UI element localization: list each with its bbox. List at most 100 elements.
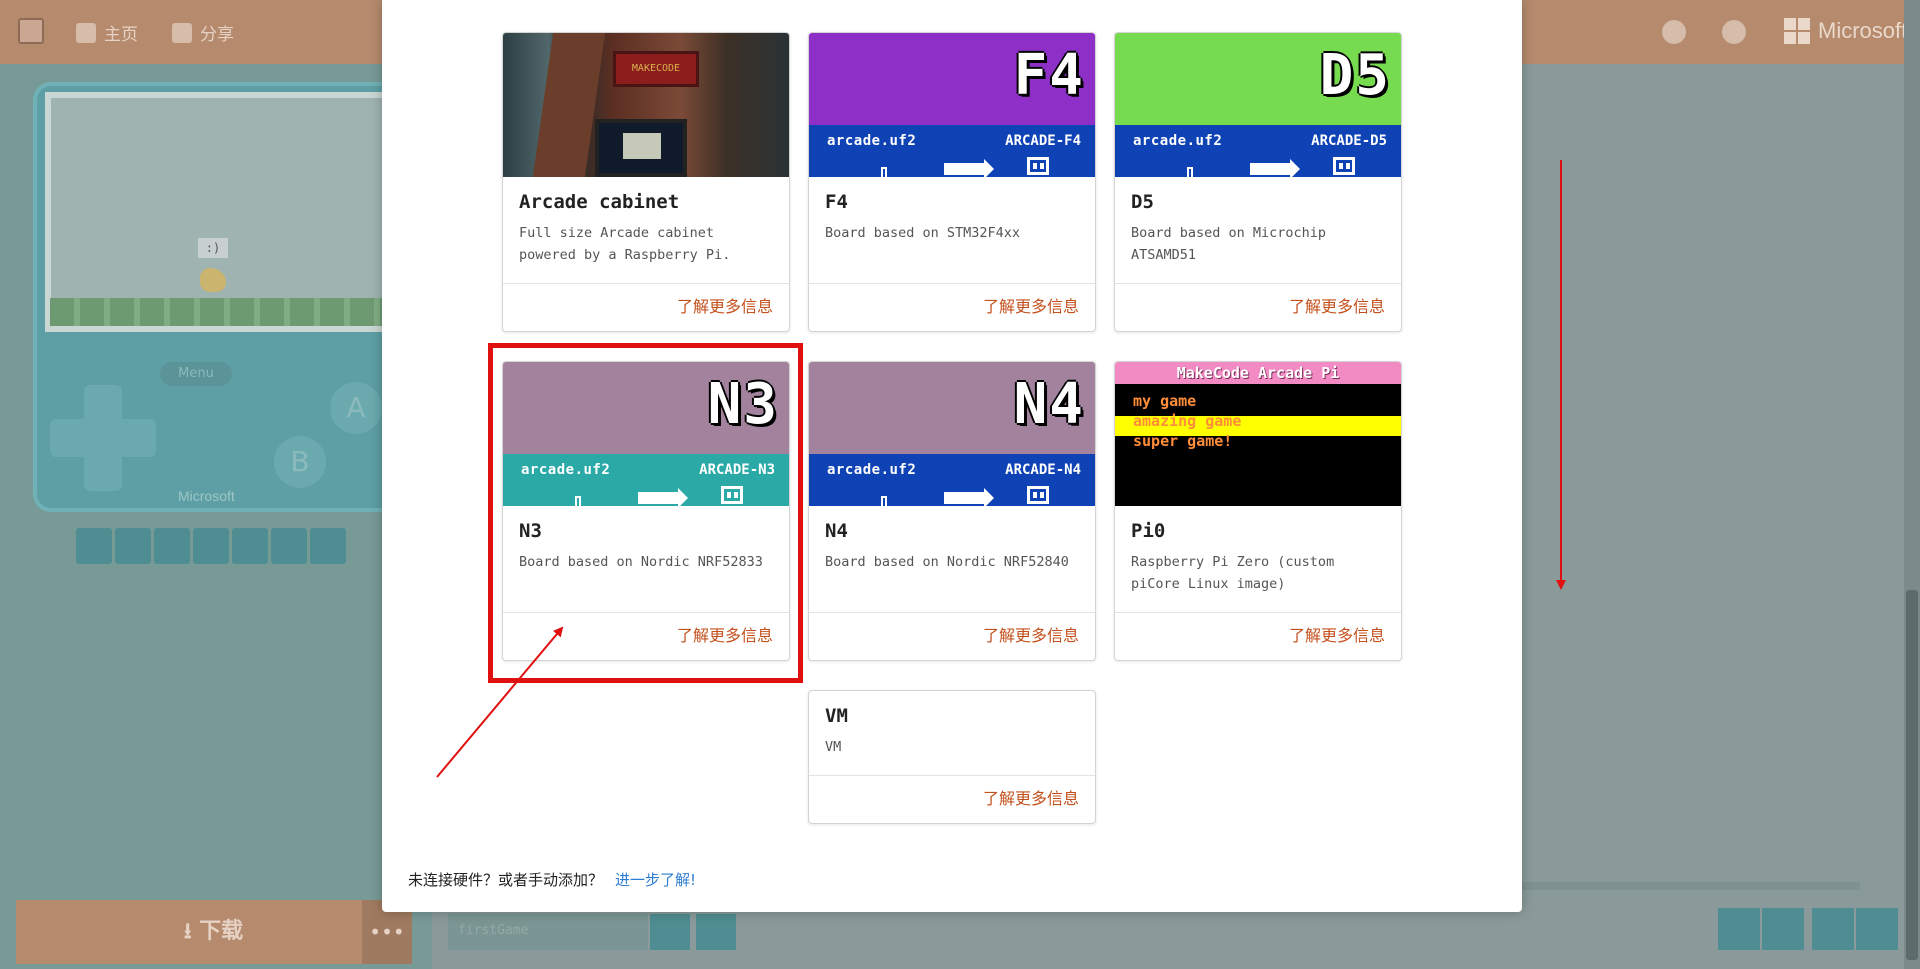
arcade-cabinet-image: MAKECODE	[503, 33, 789, 177]
screenshot-icon[interactable]	[271, 528, 307, 564]
fullscreen-icon[interactable]	[310, 528, 346, 564]
learn-more-link[interactable]: 了解更多信息	[809, 775, 1095, 823]
uf2-file-label: arcade.uf2	[521, 462, 611, 478]
board-code: N4	[1013, 372, 1085, 437]
arrow-icon	[638, 488, 688, 506]
arrow-icon	[944, 488, 994, 506]
drive-icon	[1333, 157, 1355, 175]
cabinet-marquee: MAKECODE	[613, 51, 699, 87]
restart-icon[interactable]	[115, 528, 151, 564]
card-title: N4	[825, 520, 848, 542]
game-ground	[50, 298, 395, 326]
f4-board-image: F4 arcade.uf2 ARCADE-F4	[809, 33, 1095, 177]
page-scrollbar[interactable]	[1904, 0, 1920, 969]
stop-icon[interactable]	[76, 528, 112, 564]
pi-banner: MakeCode Arcade Pi	[1115, 362, 1401, 384]
board-code: D5	[1319, 43, 1391, 108]
home-button[interactable]: 主页	[76, 20, 138, 45]
drive-label: ARCADE-N3	[699, 462, 775, 478]
microsoft-label: Microsoft	[1818, 18, 1908, 43]
board-code: F4	[1013, 43, 1085, 108]
arcade-logo-icon[interactable]	[18, 18, 44, 44]
uf2-file-label: arcade.uf2	[1133, 133, 1223, 149]
simulator-menu-button[interactable]: Menu	[160, 362, 232, 386]
project-name-input[interactable]: firstGame	[448, 914, 648, 950]
share-button[interactable]: 分享	[172, 20, 234, 45]
card-description: Full size Arcade cabinet powered by a Ra…	[519, 225, 731, 263]
card-vm[interactable]: VM VM 了解更多信息	[808, 690, 1096, 824]
zoom-in-icon[interactable]	[1856, 908, 1898, 950]
github-icon[interactable]	[696, 914, 736, 950]
keyboard-icon[interactable]	[232, 528, 268, 564]
learn-more-link[interactable]: 了解更多信息	[1115, 612, 1401, 660]
home-label: 主页	[104, 25, 138, 45]
share-label: 分享	[200, 25, 234, 45]
drive-label: ARCADE-F4	[1005, 133, 1081, 149]
n4-board-image: N4 arcade.uf2 ARCADE-N4	[809, 362, 1095, 506]
no-hardware-text: 未连接硬件？或者手动添加？	[408, 871, 604, 889]
simulator-screen[interactable]	[45, 92, 400, 332]
learn-more-link[interactable]: 了解更多信息	[503, 283, 789, 331]
a-button[interactable]: A	[330, 382, 382, 434]
pi-menu-line: my game	[1133, 392, 1197, 410]
save-icon[interactable]	[650, 914, 690, 950]
download-icon: ⭳	[183, 919, 200, 944]
simulator-brand: Microsoft	[178, 488, 235, 504]
d5-board-image: D5 arcade.uf2 ARCADE-D5	[1115, 33, 1401, 177]
hardware-select-dialog: MAKECODE Arcade cabinet Full size Arcade…	[382, 0, 1522, 912]
zoom-out-icon[interactable]	[1812, 908, 1854, 950]
card-pi0[interactable]: MakeCode Arcade Pi my game amazing game …	[1114, 361, 1402, 661]
b-button[interactable]: B	[274, 436, 326, 488]
learn-more-link[interactable]: 了解更多信息	[1115, 283, 1401, 331]
drive-icon	[1027, 486, 1049, 504]
undo-icon[interactable]	[1718, 908, 1760, 950]
dpad[interactable]	[50, 385, 156, 491]
card-d5[interactable]: D5 arcade.uf2 ARCADE-D5 D5 Board based o…	[1114, 32, 1402, 332]
card-title: Pi0	[1131, 520, 1166, 542]
card-description: Board based on Nordic NRF52840	[825, 554, 1069, 570]
microsoft-squares-icon	[1784, 18, 1810, 44]
help-icon[interactable]	[1662, 20, 1686, 44]
board-code: N3	[707, 372, 779, 437]
drive-label: ARCADE-N4	[1005, 462, 1081, 478]
learn-more-link[interactable]: 了解更多信息	[503, 612, 789, 660]
card-title: D5	[1131, 191, 1154, 213]
sound-icon[interactable]	[193, 528, 229, 564]
gear-icon[interactable]	[1722, 20, 1746, 44]
pi0-image: MakeCode Arcade Pi my game amazing game …	[1115, 362, 1401, 506]
drive-icon	[1027, 157, 1049, 175]
download-label: 下载	[199, 919, 244, 944]
learn-more-link[interactable]: 了解更多信息	[809, 612, 1095, 660]
drive-label: ARCADE-D5	[1311, 133, 1387, 149]
card-description: Raspberry Pi Zero (custom piCore Linux i…	[1131, 554, 1335, 592]
card-f4[interactable]: F4 arcade.uf2 ARCADE-F4 F4 Board based o…	[808, 32, 1096, 332]
card-title: VM	[825, 705, 848, 727]
debug-icon[interactable]	[154, 528, 190, 564]
arrow-icon	[944, 159, 994, 177]
card-description: VM	[825, 739, 842, 755]
card-title: Arcade cabinet	[519, 191, 680, 213]
drive-icon	[721, 486, 743, 504]
undo-redo-group	[1718, 908, 1804, 950]
pi-menu-line: super game!	[1133, 432, 1233, 450]
redo-icon[interactable]	[1762, 908, 1804, 950]
no-hardware-note: 未连接硬件？或者手动添加？ 进一步了解!	[408, 869, 696, 890]
card-n3[interactable]: N3 arcade.uf2 ARCADE-N3 N3 Board based o…	[502, 361, 790, 661]
arrow-icon	[1250, 159, 1300, 177]
card-description: Board based on STM32F4xx	[825, 225, 1021, 241]
page-scrollbar-thumb[interactable]	[1906, 590, 1918, 960]
card-description: Board based on Microchip ATSAMD51	[1131, 225, 1327, 263]
card-n4[interactable]: N4 arcade.uf2 ARCADE-N4 N4 Board based o…	[808, 361, 1096, 661]
learn-more-footer-link[interactable]: 进一步了解!	[615, 871, 696, 889]
zoom-group	[1812, 908, 1898, 950]
card-arcade-cabinet[interactable]: MAKECODE Arcade cabinet Full size Arcade…	[502, 32, 790, 332]
card-title: F4	[825, 191, 848, 213]
uf2-file-label: arcade.uf2	[827, 462, 917, 478]
share-icon	[172, 22, 192, 43]
download-button[interactable]: ⭳ 下载	[16, 900, 411, 964]
microsoft-logo[interactable]: Microsoft	[1784, 18, 1907, 44]
n3-board-image: N3 arcade.uf2 ARCADE-N3	[503, 362, 789, 506]
card-title: N3	[519, 520, 542, 542]
learn-more-link[interactable]: 了解更多信息	[809, 283, 1095, 331]
speech-bubble: :)	[198, 238, 228, 258]
